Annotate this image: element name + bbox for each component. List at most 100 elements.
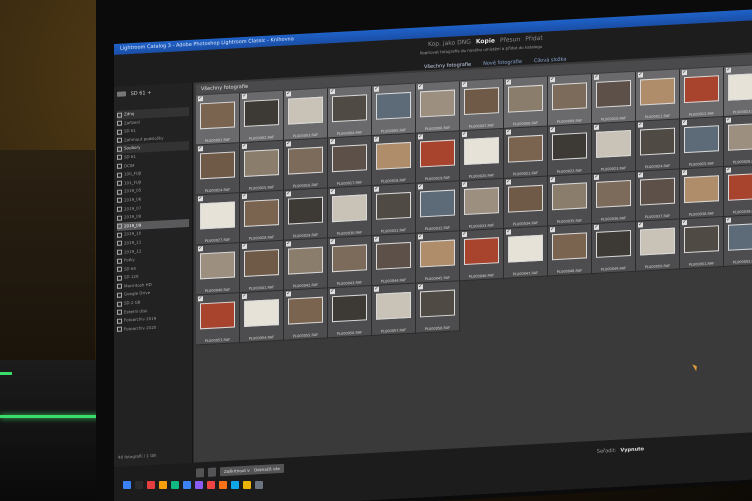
checkbox-icon[interactable] — [117, 266, 122, 273]
photo-cell[interactable]: ✓ PLU00031.RAF — [372, 183, 416, 237]
checkmark-icon[interactable]: ✓ — [242, 93, 247, 100]
photo-cell[interactable]: ✓ PLU00050.RAF — [636, 219, 680, 272]
checkmark-icon[interactable]: ✓ — [506, 229, 511, 235]
photo-cell[interactable]: ✓ PLU00046.RAF — [460, 228, 504, 282]
checkmark-icon[interactable]: ✓ — [418, 283, 423, 290]
checkbox-icon[interactable] — [117, 223, 122, 230]
checkbox-icon[interactable] — [117, 155, 122, 161]
checkmark-icon[interactable]: ✓ — [330, 88, 335, 95]
checkmark-icon[interactable]: ✓ — [374, 286, 379, 292]
taskbar-app-icon[interactable] — [183, 481, 191, 489]
checkmark-icon[interactable]: ✓ — [462, 81, 467, 88]
photo-cell[interactable]: ✓ PLU00033.RAF — [460, 178, 504, 232]
checkmark-icon[interactable]: ✓ — [286, 190, 291, 197]
photo-cell[interactable]: ✓ PLU00015.RAF — [240, 140, 284, 194]
checkmark-icon[interactable]: ✓ — [198, 95, 203, 102]
checkbox-icon[interactable] — [117, 326, 122, 333]
checkmark-icon[interactable]: ✓ — [330, 288, 335, 295]
checkbox-icon[interactable] — [117, 258, 122, 264]
photo-cell[interactable]: ✓ PLU00008.RAF — [504, 76, 548, 129]
checkmark-icon[interactable]: ✓ — [198, 295, 203, 302]
checkmark-icon[interactable]: ✓ — [374, 136, 379, 142]
checkbox-icon[interactable] — [117, 189, 122, 195]
checkmark-icon[interactable]: ✓ — [374, 86, 379, 92]
taskbar-app-icon[interactable] — [243, 481, 251, 489]
checkmark-icon[interactable]: ✓ — [286, 140, 291, 147]
checkmark-icon[interactable]: ✓ — [682, 119, 687, 126]
checkmark-icon[interactable]: ✓ — [242, 243, 247, 250]
photo-cell[interactable]: ✓ PLU00034.RAF — [504, 176, 548, 229]
checkmark-icon[interactable]: ✓ — [550, 226, 555, 233]
checkbox-icon[interactable] — [117, 275, 122, 281]
photo-cell[interactable]: ✓ PLU00003.RAF — [284, 88, 328, 141]
taskbar-app-icon[interactable] — [135, 481, 143, 489]
photo-cell[interactable]: ✓ PLU00026.RAF — [724, 114, 752, 167]
taskbar-app-icon[interactable] — [195, 481, 203, 489]
taskbar-app-icon[interactable] — [219, 481, 227, 489]
checkbox-icon[interactable] — [117, 198, 122, 204]
photo-cell[interactable]: ✓ PLU00011.RAF — [636, 69, 680, 122]
checkmark-icon[interactable]: ✓ — [330, 138, 335, 145]
checkmark-icon[interactable]: ✓ — [550, 126, 555, 133]
taskbar-app-icon[interactable] — [159, 481, 167, 489]
photo-cell[interactable]: ✓ PLU00027.RAF — [196, 193, 240, 246]
photo-cell[interactable]: ✓ PLU00056.RAF — [328, 286, 372, 339]
taskbar-app-icon[interactable] — [171, 481, 179, 489]
photo-cell[interactable]: ✓ PLU00022.RAF — [548, 124, 592, 177]
checkmark-icon[interactable]: ✓ — [550, 76, 555, 83]
photo-cell[interactable]: ✓ PLU00037.RAF — [636, 169, 680, 222]
checkmark-icon[interactable]: ✓ — [594, 174, 599, 181]
photo-cell[interactable]: ✓ PLU00018.RAF — [372, 133, 416, 187]
checkbox-icon[interactable] — [117, 232, 122, 238]
checkmark-icon[interactable]: ✓ — [242, 293, 247, 300]
checkbox-icon[interactable] — [117, 301, 122, 307]
checkmark-icon[interactable]: ✓ — [374, 186, 379, 192]
photo-cell[interactable]: ✓ PLU00023.RAF — [592, 121, 636, 175]
photo-cell[interactable]: ✓ PLU00051.RAF — [680, 216, 724, 270]
checkmark-icon[interactable]: ✓ — [242, 193, 247, 200]
photo-cell[interactable]: ✓ PLU00035.RAF — [548, 174, 592, 227]
photo-cell[interactable]: ✓ PLU00002.RAF — [240, 90, 284, 144]
checkmark-icon[interactable]: ✓ — [418, 83, 423, 90]
photo-cell[interactable]: ✓ PLU00005.RAF — [372, 83, 416, 137]
checkmark-icon[interactable]: ✓ — [638, 121, 643, 128]
photo-cell[interactable]: ✓ PLU00047.RAF — [504, 226, 548, 279]
checkmark-icon[interactable]: ✓ — [418, 233, 423, 240]
photo-cell[interactable]: ✓ PLU00012.RAF — [680, 66, 724, 120]
photo-cell[interactable]: ✓ PLU00042.RAF — [284, 238, 328, 291]
checkmark-icon[interactable]: ✓ — [682, 69, 687, 76]
checkbox-icon[interactable] — [117, 249, 122, 255]
photo-cell[interactable]: ✓ PLU00040.RAF — [196, 243, 240, 296]
checkbox-icon[interactable] — [117, 283, 122, 290]
source-device[interactable]: SD 61 + — [117, 85, 189, 101]
taskbar-app-icon[interactable] — [231, 481, 239, 489]
photo-cell[interactable]: ✓ PLU00029.RAF — [284, 188, 328, 241]
checkmark-icon[interactable]: ✓ — [506, 179, 511, 185]
checkmark-icon[interactable]: ✓ — [726, 167, 731, 173]
photo-cell[interactable]: ✓ PLU00053.RAF — [196, 293, 240, 346]
checkbox-icon[interactable] — [117, 206, 122, 212]
checkbox-icon[interactable] — [117, 240, 122, 247]
checkmark-icon[interactable]: ✓ — [286, 90, 291, 97]
checkbox-icon[interactable] — [117, 112, 122, 118]
photo-cell[interactable]: ✓ PLU00038.RAF — [680, 166, 724, 220]
checkmark-icon[interactable]: ✓ — [418, 133, 423, 140]
uncheck-all-button[interactable]: Odznačit vše — [250, 463, 284, 475]
photo-cell[interactable]: ✓ PLU00019.RAF — [416, 131, 460, 184]
photo-cell[interactable]: ✓ PLU00004.RAF — [328, 86, 372, 139]
checkmark-icon[interactable]: ✓ — [374, 236, 379, 242]
checkmark-icon[interactable]: ✓ — [594, 224, 599, 231]
import-mode-3[interactable]: Přidat — [525, 35, 542, 43]
checkmark-icon[interactable]: ✓ — [638, 71, 643, 78]
photo-cell[interactable]: ✓ PLU00058.RAF — [416, 281, 460, 334]
checkmark-icon[interactable]: ✓ — [638, 221, 643, 228]
photo-cell[interactable]: ✓ PLU00057.RAF — [372, 283, 416, 337]
checkmark-icon[interactable]: ✓ — [594, 124, 599, 131]
photo-cell[interactable]: ✓ PLU00028.RAF — [240, 190, 284, 244]
checkbox-icon[interactable] — [117, 146, 122, 152]
checkmark-icon[interactable]: ✓ — [682, 219, 687, 226]
photo-cell[interactable]: ✓ PLU00039.RAF — [724, 164, 752, 217]
taskbar-app-icon[interactable] — [147, 481, 155, 489]
checkmark-icon[interactable]: ✓ — [682, 169, 687, 176]
checkmark-icon[interactable]: ✓ — [726, 217, 731, 223]
